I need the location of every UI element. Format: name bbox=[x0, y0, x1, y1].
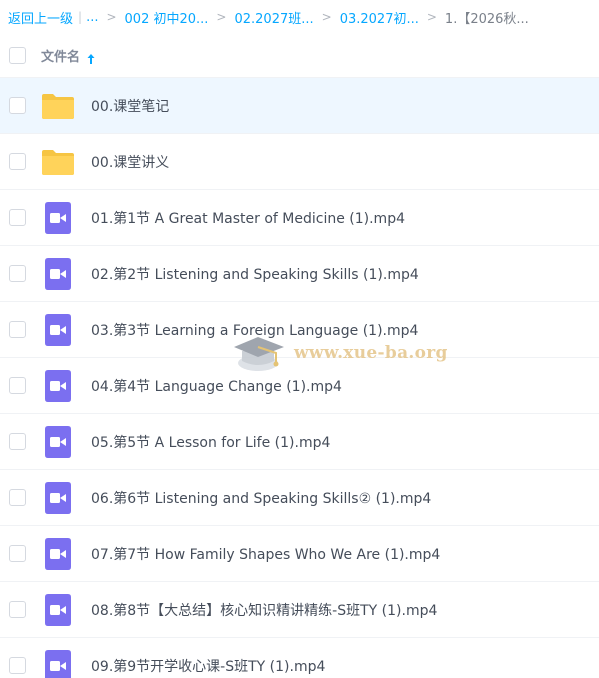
file-name[interactable]: 05.第5节 A Lesson for Life (1).mp4 bbox=[91, 432, 330, 452]
row-checkbox[interactable] bbox=[9, 601, 26, 618]
list-item[interactable]: 00.课堂笔记 bbox=[0, 78, 599, 134]
row-checkbox[interactable] bbox=[9, 489, 26, 506]
list-item[interactable]: 02.第2节 Listening and Speaking Skills (1)… bbox=[0, 246, 599, 302]
video-file-icon[interactable] bbox=[41, 425, 75, 459]
list-item[interactable]: 08.第8节【大总结】核心知识精讲精练-S班TY (1).mp4 bbox=[0, 582, 599, 638]
folder-icon[interactable] bbox=[41, 89, 75, 123]
chevron-right-icon: > bbox=[426, 10, 437, 24]
file-name[interactable]: 00.课堂笔记 bbox=[91, 96, 169, 116]
video-file-icon[interactable] bbox=[41, 481, 75, 515]
row-checkbox[interactable] bbox=[9, 209, 26, 226]
video-file-icon[interactable] bbox=[41, 593, 75, 627]
breadcrumb-ellipsis[interactable]: ... bbox=[86, 10, 98, 25]
folder-icon[interactable] bbox=[41, 145, 75, 179]
arrow-up-icon[interactable] bbox=[86, 50, 96, 64]
video-file-icon[interactable] bbox=[41, 537, 75, 571]
breadcrumb-divider: | bbox=[78, 10, 83, 24]
chevron-right-icon: > bbox=[106, 10, 117, 24]
list-item[interactable]: 06.第6节 Listening and Speaking Skills② (1… bbox=[0, 470, 599, 526]
chevron-right-icon: > bbox=[321, 10, 332, 24]
select-all-checkbox[interactable] bbox=[9, 47, 26, 64]
row-checkbox[interactable] bbox=[9, 153, 26, 170]
file-name[interactable]: 08.第8节【大总结】核心知识精讲精练-S班TY (1).mp4 bbox=[91, 600, 437, 620]
row-checkbox[interactable] bbox=[9, 321, 26, 338]
list-header: 文件名 bbox=[0, 34, 599, 78]
list-item[interactable]: 01.第1节 A Great Master of Medicine (1).mp… bbox=[0, 190, 599, 246]
row-checkbox[interactable] bbox=[9, 265, 26, 282]
file-list: 00.课堂笔记 00.课堂讲义 01.第1节 A Great Master of M… bbox=[0, 78, 599, 678]
breadcrumb-current: 1.【2026秋... bbox=[444, 11, 529, 27]
file-name[interactable]: 03.第3节 Learning a Foreign Language (1).m… bbox=[91, 320, 418, 340]
row-checkbox[interactable] bbox=[9, 657, 26, 674]
breadcrumb-item[interactable]: 03.2027初... bbox=[340, 8, 419, 27]
column-header-name[interactable]: 文件名 bbox=[41, 46, 80, 65]
list-item[interactable]: 05.第5节 A Lesson for Life (1).mp4 bbox=[0, 414, 599, 470]
file-name[interactable]: 09.第9节开学收心课-S班TY (1).mp4 bbox=[91, 656, 325, 676]
breadcrumb-item[interactable]: 02.2027班... bbox=[234, 8, 313, 27]
row-checkbox[interactable] bbox=[9, 377, 26, 394]
row-checkbox[interactable] bbox=[9, 545, 26, 562]
video-file-icon[interactable] bbox=[41, 649, 75, 678]
list-item[interactable]: 09.第9节开学收心课-S班TY (1).mp4 bbox=[0, 638, 599, 678]
file-name[interactable]: 04.第4节 Language Change (1).mp4 bbox=[91, 376, 342, 396]
file-browser: 返回上一级 | ... > 002 初中20... > 02.2027班... … bbox=[0, 0, 599, 678]
file-name[interactable]: 02.第2节 Listening and Speaking Skills (1)… bbox=[91, 264, 419, 284]
video-file-icon[interactable] bbox=[41, 201, 75, 235]
video-file-icon[interactable] bbox=[41, 257, 75, 291]
back-link[interactable]: 返回上一级 bbox=[8, 8, 73, 27]
row-checkbox[interactable] bbox=[9, 433, 26, 450]
list-item[interactable]: 00.课堂讲义 bbox=[0, 134, 599, 190]
file-name[interactable]: 00.课堂讲义 bbox=[91, 152, 169, 172]
file-name[interactable]: 01.第1节 A Great Master of Medicine (1).mp… bbox=[91, 208, 405, 228]
chevron-right-icon: > bbox=[216, 10, 227, 24]
video-file-icon[interactable] bbox=[41, 369, 75, 403]
file-name[interactable]: 07.第7节 How Family Shapes Who We Are (1).… bbox=[91, 544, 440, 564]
breadcrumb: 返回上一级 | ... > 002 初中20... > 02.2027班... … bbox=[0, 0, 599, 34]
list-item[interactable]: 03.第3节 Learning a Foreign Language (1).m… bbox=[0, 302, 599, 358]
row-checkbox[interactable] bbox=[9, 97, 26, 114]
list-item[interactable]: 04.第4节 Language Change (1).mp4 bbox=[0, 358, 599, 414]
breadcrumb-item[interactable]: 002 初中20... bbox=[125, 8, 209, 27]
list-item[interactable]: 07.第7节 How Family Shapes Who We Are (1).… bbox=[0, 526, 599, 582]
video-file-icon[interactable] bbox=[41, 313, 75, 347]
file-name[interactable]: 06.第6节 Listening and Speaking Skills② (1… bbox=[91, 488, 431, 508]
